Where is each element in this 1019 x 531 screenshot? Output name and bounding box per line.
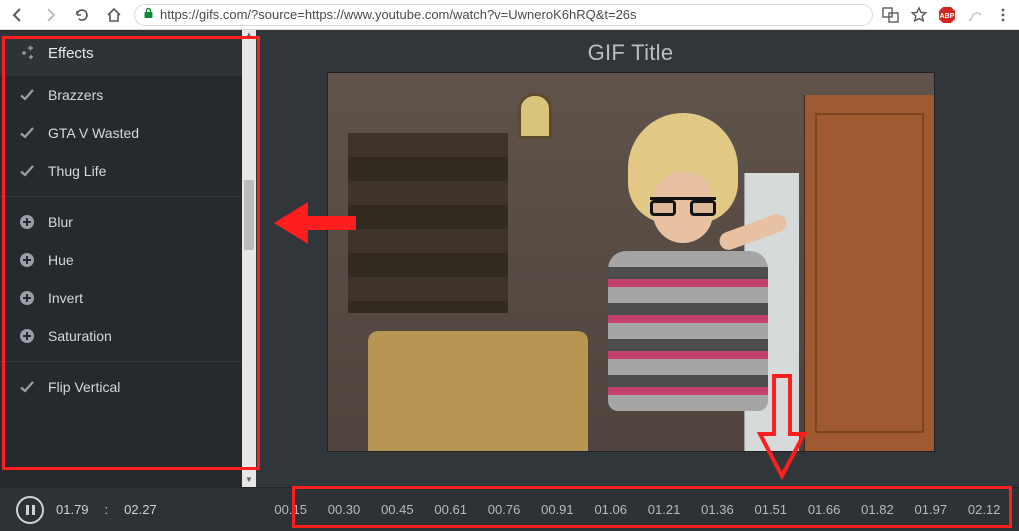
address-bar[interactable]: https://gifs.com/?source=https://www.you…	[134, 4, 873, 26]
pause-button[interactable]	[16, 496, 44, 524]
back-button[interactable]	[6, 3, 30, 27]
home-button[interactable]	[102, 3, 126, 27]
abp-extension-icon[interactable]: ABP	[937, 5, 957, 25]
annotation-box-sidebar	[2, 36, 260, 470]
pause-icon	[26, 505, 35, 515]
app: Effects BrazzersGTA V WastedThug LifeBlu…	[0, 30, 1019, 531]
bookmark-star-icon[interactable]	[909, 5, 929, 25]
annotation-box-timeline	[292, 486, 1012, 528]
time-end: 02.27	[124, 502, 157, 517]
time-current: 01.79	[56, 502, 89, 517]
translate-icon[interactable]	[881, 5, 901, 25]
forward-button[interactable]	[38, 3, 62, 27]
gif-title[interactable]: GIF Title	[588, 40, 674, 66]
svg-text:ABP: ABP	[940, 13, 955, 20]
menu-button[interactable]	[993, 5, 1013, 25]
lock-icon	[143, 7, 154, 22]
address-url: https://gifs.com/?source=https://www.you…	[160, 7, 637, 22]
reload-button[interactable]	[70, 3, 94, 27]
browser-toolbar: https://gifs.com/?source=https://www.you…	[0, 0, 1019, 30]
video-preview[interactable]	[327, 72, 935, 452]
time-sep: :	[105, 502, 109, 517]
viewer: GIF Title	[256, 30, 1019, 487]
extension-icon[interactable]	[965, 5, 985, 25]
